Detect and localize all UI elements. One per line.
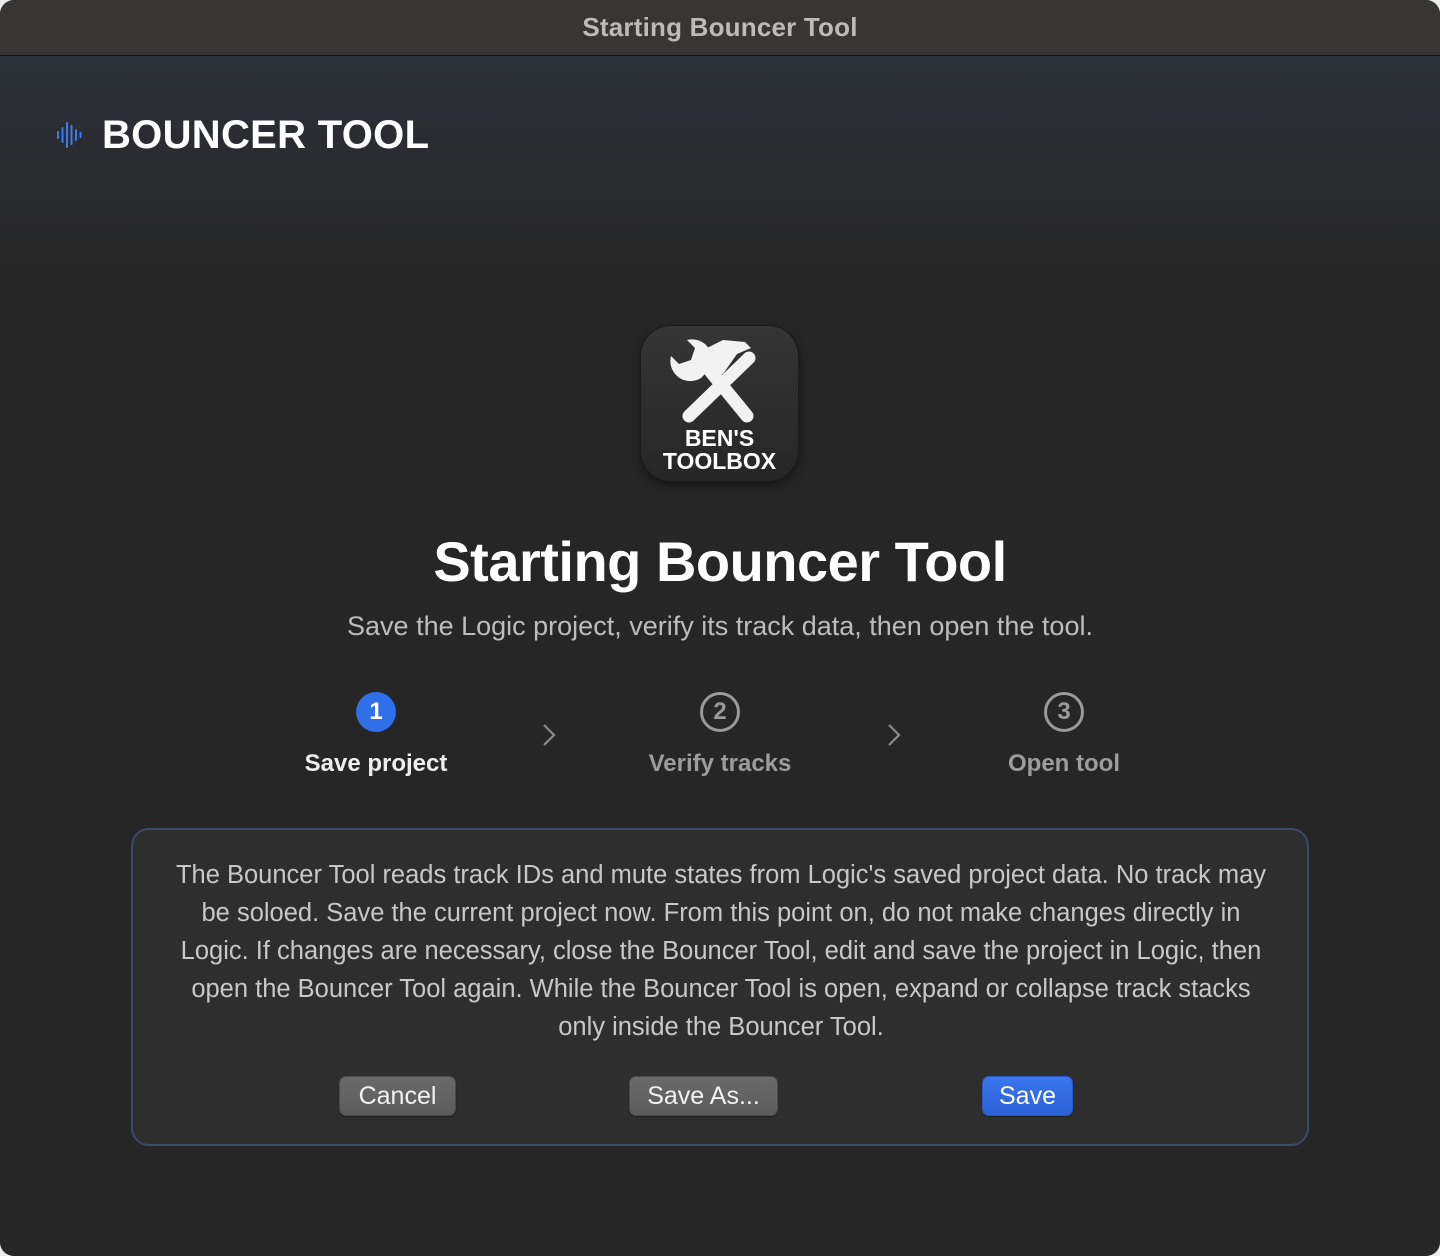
save-as-button[interactable]: Save As... <box>629 1076 778 1116</box>
info-panel: The Bouncer Tool reads track IDs and mut… <box>131 828 1309 1146</box>
step-3-label: Open tool <box>1008 750 1120 777</box>
wrench-hammer-icon <box>670 339 756 423</box>
step-3-indicator: 3 <box>1044 692 1084 732</box>
window-title: Starting Bouncer Tool <box>582 12 858 42</box>
app-icon: BEN'S TOOLBOX <box>641 326 798 481</box>
app-icon-line1: BEN'S <box>684 425 755 451</box>
brand-header: BOUNCER TOOL <box>56 110 429 160</box>
step-1-label: Save project <box>304 750 448 777</box>
app-icon-line2: TOOLBOX <box>662 448 777 474</box>
brand-title: BOUNCER TOOL <box>102 112 430 157</box>
step-save-project: 1 Save project <box>236 692 516 778</box>
step-1-indicator: 1 <box>356 692 396 732</box>
step-2-label: Verify tracks <box>648 750 792 777</box>
cancel-button[interactable]: Cancel <box>339 1076 456 1116</box>
save-button[interactable]: Save <box>982 1076 1073 1116</box>
main-content: BOUNCER TOOL BEN'S TOOLBOX Starting Boun… <box>0 56 1440 1256</box>
title-bar[interactable]: Starting Bouncer Tool <box>0 0 1440 56</box>
app-window: Starting Bouncer Tool BOUNCER TOOL BEN'S… <box>0 0 1440 1256</box>
step-open-tool: 3 Open tool <box>924 692 1204 778</box>
panel-message: The Bouncer Tool reads track IDs and mut… <box>175 861 1267 1041</box>
page-title: Starting Bouncer Tool <box>433 530 1007 593</box>
step-verify-tracks: 2 Verify tracks <box>580 692 860 778</box>
chevron-right-icon <box>543 724 556 746</box>
chevron-right-icon <box>888 724 901 746</box>
page-subtitle: Save the Logic project, verify its track… <box>347 611 1093 641</box>
step-2-indicator: 2 <box>700 692 740 732</box>
waveform-icon <box>57 122 82 148</box>
